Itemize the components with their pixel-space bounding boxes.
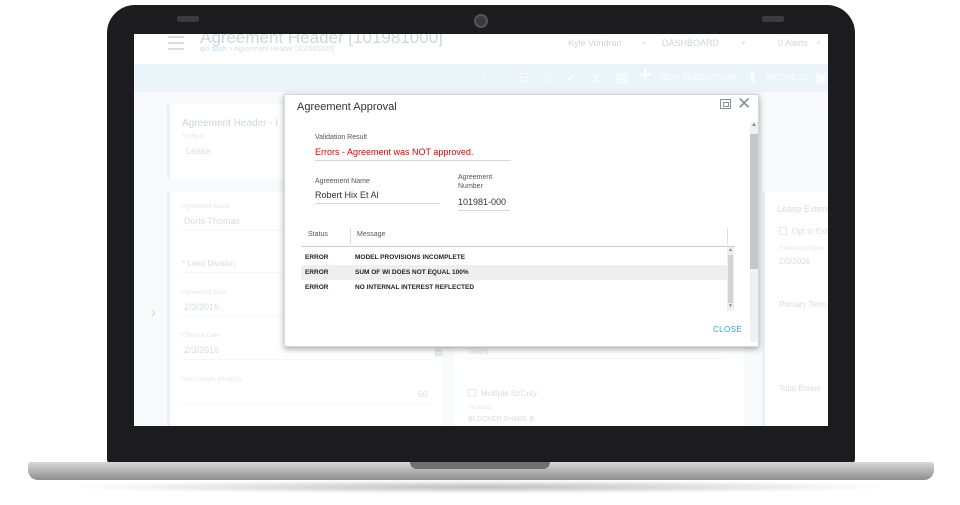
row-status: ERROR <box>305 269 329 276</box>
agreement-number-label-1: Agreement <box>458 174 493 181</box>
header-divider <box>301 246 735 247</box>
table-row[interactable]: ERROR MODEL PROVISIONS INCOMPLETE <box>301 250 729 265</box>
laptop-scene: Agreement Header [101981000] qio dash > … <box>0 0 960 505</box>
column-divider <box>350 228 351 244</box>
sensor-left <box>177 16 199 22</box>
row-status: ERROR <box>305 284 329 291</box>
field-underline <box>458 210 510 211</box>
laptop-notch <box>410 462 550 469</box>
scrollbar-thumb[interactable] <box>750 134 758 269</box>
row-message: NO INTERNAL INTEREST REFLECTED <box>355 284 475 291</box>
row-message: MODEL PROVISIONS INCOMPLETE <box>355 254 466 261</box>
table-row[interactable]: ERROR SUM OF WI DOES NOT EQUAL 100% <box>301 265 729 280</box>
validation-result-value: Errors - Agreement was NOT approved. <box>315 147 474 157</box>
webcam <box>474 14 488 28</box>
agreement-number-label-2: Number <box>458 183 483 190</box>
agreement-number-value: 101981-000 <box>458 197 507 207</box>
maximize-icon[interactable] <box>720 99 731 109</box>
agreement-approval-dialog: Agreement Approval ✕ ▲ Validation Result… <box>284 94 759 347</box>
dialog-title: Agreement Approval <box>297 101 397 113</box>
agreement-name-label: Agreement Name <box>315 178 370 185</box>
validation-result-label: Validation Result <box>315 134 368 141</box>
screen: Agreement Header [101981000] qio dash > … <box>134 34 828 426</box>
scroll-down-icon[interactable]: ▼ <box>728 303 733 309</box>
table-scrollbar[interactable]: ▲ ▼ <box>727 247 734 311</box>
row-message: SUM OF WI DOES NOT EQUAL 100% <box>355 269 469 276</box>
table-row[interactable]: ERROR NO INTERNAL INTEREST REFLECTED <box>301 280 729 295</box>
agreement-name-value: Robert Hix Et Al <box>315 190 379 200</box>
laptop-shadow <box>60 480 900 494</box>
scroll-up-icon[interactable]: ▲ <box>751 122 757 128</box>
column-divider <box>727 228 728 244</box>
close-button[interactable]: CLOSE <box>713 325 742 334</box>
validation-table: Status Message ERROR MODEL PROVISIONS IN… <box>301 224 735 312</box>
dialog-scrollbar[interactable]: ▲ <box>750 122 758 342</box>
row-status: ERROR <box>305 254 329 261</box>
scrollbar-thumb[interactable] <box>728 255 733 303</box>
field-underline <box>315 203 440 204</box>
column-header-status[interactable]: Status <box>308 224 328 246</box>
field-underline <box>315 160 511 161</box>
column-header-message[interactable]: Message <box>357 224 385 246</box>
sensor-right <box>762 16 784 22</box>
close-icon[interactable]: ✕ <box>737 94 751 114</box>
scroll-up-icon[interactable]: ▲ <box>728 247 733 253</box>
